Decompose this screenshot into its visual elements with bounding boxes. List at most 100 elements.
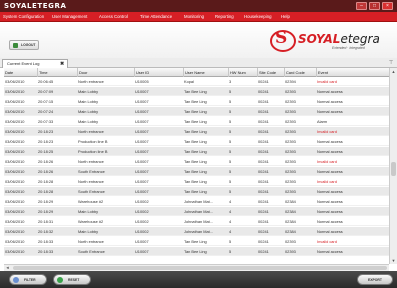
cell-card-code: 02393 bbox=[285, 89, 296, 94]
table-row[interactable]: 03/06/2010 20:07:24 Main Lobby U10007 Tan Be… bbox=[4, 107, 389, 116]
table-row[interactable]: 03/06/2010 20:18:32 Main Lobby U10002 Johnat… bbox=[4, 227, 389, 236]
cell-door: North entrance bbox=[78, 179, 104, 184]
column-header-hw-num[interactable]: HW Num bbox=[228, 68, 256, 77]
menu-reporting[interactable]: Reporting bbox=[215, 12, 234, 22]
cell-site-code: 00241 bbox=[258, 239, 269, 244]
table-row[interactable]: 03/06/2010 20:18:31 Warehouse #2 U10002 John… bbox=[4, 217, 389, 226]
table-row[interactable]: 03/06/2010 20:07:15 Main Lobby U10007 Tan Be… bbox=[4, 97, 389, 106]
cell-card-code: 02384 bbox=[285, 219, 296, 224]
column-header-site-code[interactable]: Site Code bbox=[257, 68, 283, 77]
menu-help[interactable]: Help bbox=[281, 12, 290, 22]
cell-user-name: Tan Bee Ling bbox=[184, 189, 207, 194]
cell-time: 20:07:09 bbox=[38, 89, 54, 94]
cell-site-code: 00241 bbox=[258, 139, 269, 144]
cell-hw-num: 4 bbox=[229, 219, 232, 224]
cell-card-code: 02393 bbox=[285, 149, 296, 154]
cell-hw-num: 5 bbox=[229, 159, 232, 164]
cell-date: 03/06/2010 bbox=[5, 249, 25, 254]
table-row[interactable]: 03/06/2010 20:18:28 North entrance U10007 Ta… bbox=[4, 177, 389, 186]
cell-door: North entrance bbox=[78, 129, 104, 134]
cell-card-code: 02393 bbox=[285, 119, 296, 124]
menu-user-management[interactable]: User Management bbox=[52, 12, 87, 22]
vertical-scrollbar[interactable]: ▲ ▼ bbox=[389, 68, 397, 264]
cell-event: Normal access bbox=[317, 249, 343, 254]
cell-card-code: 02384 bbox=[285, 229, 296, 234]
tab-close-icon[interactable]: ✖ bbox=[60, 60, 64, 68]
column-header-event[interactable]: Event bbox=[316, 68, 389, 77]
cell-door: Warehouse #2 bbox=[78, 219, 104, 224]
menu-monitoring[interactable]: Monitoring bbox=[184, 12, 204, 22]
close-button[interactable]: × bbox=[382, 2, 393, 10]
cell-time: 20:18:29 bbox=[38, 199, 54, 204]
column-header-time[interactable]: Time bbox=[37, 68, 76, 77]
column-header-door[interactable]: Door bbox=[77, 68, 133, 77]
table-row[interactable]: 03/06/2010 20:18:25 Production line B U1000… bbox=[4, 147, 389, 156]
logout-button[interactable]: LOGOUT bbox=[9, 40, 39, 50]
menu-housekeeping[interactable]: Housekeeping bbox=[244, 12, 271, 22]
table-row[interactable]: 03/06/2010 20:18:29 Warehouse #2 U10002 John… bbox=[4, 197, 389, 206]
table-row[interactable]: 03/06/2010 20:18:23 Production line B U1000… bbox=[4, 137, 389, 146]
table-row[interactable]: 03/06/2010 20:18:33 North entrance U10007 Ta… bbox=[4, 237, 389, 246]
cell-time: 20:18:31 bbox=[38, 219, 54, 224]
reset-label: RESET bbox=[68, 278, 80, 282]
column-header-card-code[interactable]: Card Code bbox=[284, 68, 315, 77]
column-header-user-id[interactable]: User ID bbox=[134, 68, 182, 77]
reset-button[interactable]: RESET bbox=[53, 274, 91, 285]
filter-button[interactable]: FILTER bbox=[9, 274, 47, 285]
table-row[interactable]: 03/06/2010 20:18:23 North entrance U10007 Ta… bbox=[4, 127, 389, 136]
horizontal-scrollbar[interactable]: ◄ bbox=[4, 264, 389, 271]
cell-site-code: 00241 bbox=[258, 89, 269, 94]
cell-time: 20:18:26 bbox=[38, 159, 54, 164]
cell-user-name: Tan Bee Ling bbox=[184, 149, 207, 154]
horizontal-scroll-thumb[interactable] bbox=[13, 266, 387, 270]
cell-event: Normal access bbox=[317, 109, 343, 114]
table-row[interactable]: 03/06/2010 20:07:09 Main Lobby U10007 Tan Be… bbox=[4, 87, 389, 96]
maximize-button[interactable]: □ bbox=[369, 2, 380, 10]
cell-card-code: 02393 bbox=[285, 169, 296, 174]
menu-system-configuration[interactable]: System Configuration bbox=[3, 12, 44, 22]
cell-site-code: 00241 bbox=[258, 159, 269, 164]
minimize-button[interactable]: – bbox=[356, 2, 367, 10]
cell-door: Production line B bbox=[78, 139, 108, 144]
cell-site-code: 00241 bbox=[258, 189, 269, 194]
menu-time-attendance[interactable]: Time Attendance bbox=[140, 12, 172, 22]
cell-time: 20:07:33 bbox=[38, 119, 54, 124]
scroll-up-icon[interactable]: ▲ bbox=[390, 68, 397, 75]
cell-user-id: U10007 bbox=[135, 189, 149, 194]
cell-event: Invalid card bbox=[317, 239, 337, 244]
cell-time: 20:07:24 bbox=[38, 109, 54, 114]
scroll-down-icon[interactable]: ▼ bbox=[390, 257, 397, 264]
cell-event: Invalid card bbox=[317, 79, 337, 84]
cell-event: Invalid card bbox=[317, 129, 337, 134]
table-row[interactable]: 03/06/2010 20:18:29 Main Lobby U10002 Johnat… bbox=[4, 207, 389, 216]
table-row[interactable]: 03/06/2010 20:18:28 South Entrance U10007 Ta… bbox=[4, 187, 389, 196]
cell-event: Normal access bbox=[317, 149, 343, 154]
table-row[interactable]: 03/06/2010 20:18:26 North entrance U10007 Ta… bbox=[4, 157, 389, 166]
tab-bar: Current Event Log ✖ ⊤ bbox=[0, 58, 397, 68]
scroll-thumb[interactable] bbox=[391, 162, 396, 176]
cell-user-id: U10007 bbox=[135, 119, 149, 124]
cell-card-code: 02384 bbox=[285, 199, 296, 204]
cell-user-id: U10007 bbox=[135, 149, 149, 154]
cell-event: Normal access bbox=[317, 139, 343, 144]
cell-door: South Entrance bbox=[78, 189, 105, 194]
export-button[interactable]: EXPORT bbox=[357, 274, 393, 285]
cell-site-code: 00241 bbox=[258, 79, 269, 84]
cell-date: 03/06/2010 bbox=[5, 179, 25, 184]
table-row[interactable]: 03/06/2010 20:18:26 South Entrance U10007 Ta… bbox=[4, 167, 389, 176]
table-row[interactable]: 03/06/2010 20:07:33 Main Lobby U10007 Tan Be… bbox=[4, 117, 389, 126]
cell-event: Normal access bbox=[317, 189, 343, 194]
cell-date: 03/06/2010 bbox=[5, 219, 25, 224]
cell-date: 03/06/2010 bbox=[5, 189, 25, 194]
cell-hw-num: 5 bbox=[229, 129, 232, 134]
column-header-date[interactable]: Date bbox=[4, 68, 36, 77]
table-row[interactable]: 03/06/2010 20:18:33 South Entrance U10007 Ta… bbox=[4, 247, 389, 256]
cell-site-code: 00241 bbox=[258, 149, 269, 154]
cell-hw-num: 5 bbox=[229, 99, 232, 104]
cell-hw-num: 5 bbox=[229, 169, 232, 174]
tab-current-event-log[interactable]: Current Event Log ✖ bbox=[2, 59, 68, 68]
menu-access-control[interactable]: Access Control bbox=[99, 12, 128, 22]
pin-icon[interactable]: ⊤ bbox=[387, 59, 395, 67]
table-row[interactable]: 03/06/2010 20:06:45 North entrance U10005 Ko… bbox=[4, 77, 389, 86]
column-header-user-name[interactable]: User Name bbox=[183, 68, 227, 77]
